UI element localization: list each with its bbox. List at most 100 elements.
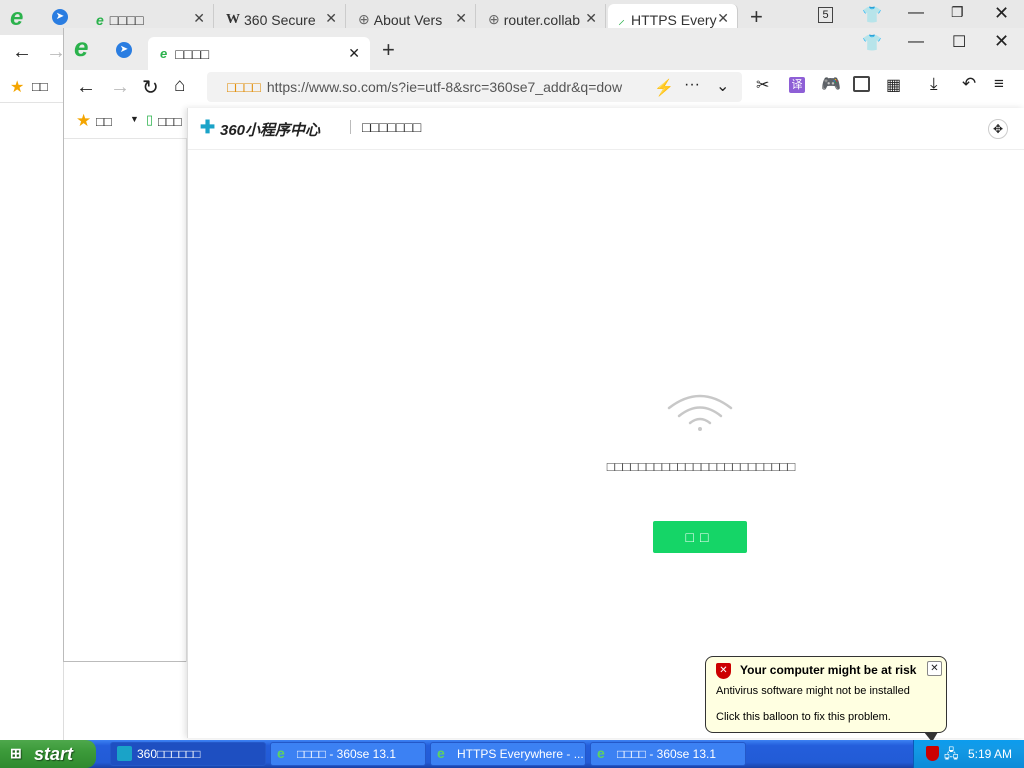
taskbar-item-label: □□□□ - 360se 13.1 <box>297 747 397 761</box>
balloon-title: Your computer might be at risk <box>740 663 917 677</box>
browser-logo-icon[interactable]: e <box>74 32 88 63</box>
reader-icon[interactable] <box>853 76 870 92</box>
back-bookmarks-bar: ★ □□ <box>0 71 64 103</box>
bookmarks-label[interactable]: □□ <box>96 114 112 129</box>
balloon-line-2: Click this balloon to fix this problem. <box>716 711 891 723</box>
taskbar-item-4[interactable]: e □□□□ - 360se 13.1 <box>590 742 746 766</box>
tab-close-button[interactable]: ✕ <box>193 10 205 27</box>
wifi-icon <box>667 394 733 431</box>
star-icon: ★ <box>10 79 25 96</box>
telegram-icon[interactable]: ➤ <box>52 9 68 25</box>
star-icon: ★ <box>76 111 92 130</box>
mini-program-panel: ✚ 360小程序中心 □□□□□□□ ✥ □□□□□□□□□□□□□□□□□□□… <box>187 108 1024 738</box>
globe-icon: ⊕ <box>488 11 500 27</box>
taskbar-item-3[interactable]: e HTTPS Everywhere - ... <box>430 742 586 766</box>
tab-close-button[interactable]: ✕ <box>585 10 597 27</box>
bookmark-item[interactable]: □□□ <box>158 114 182 129</box>
panel-header: ✚ 360小程序中心 □□□□□□□ ✥ <box>188 108 1024 150</box>
game-controller-icon[interactable]: 🎮 <box>821 74 841 94</box>
maximize-icon[interactable]: ☐ <box>952 32 966 52</box>
tab-close-button[interactable]: ✕ <box>717 10 729 27</box>
panel-title: □□□□□□□ <box>362 119 422 135</box>
shirt-skin-icon[interactable]: 👕 <box>862 33 882 53</box>
translate-icon[interactable]: 译 <box>789 77 805 93</box>
tab-count-badge[interactable]: 5 <box>818 7 833 23</box>
tab-close-button[interactable]: ✕ <box>325 10 337 27</box>
front-tab-bar: e ➤ e □□□□ ✕ + 👕 — ☐ ✕ <box>64 28 1024 70</box>
network-icon[interactable]: 🖧 <box>944 745 959 767</box>
minimize-icon[interactable]: — <box>908 4 924 22</box>
forward-arrow-icon[interactable]: → <box>110 76 130 99</box>
ie-icon: e <box>277 745 285 761</box>
restore-icon[interactable]: ❐ <box>951 4 964 21</box>
taskbar-item-2[interactable]: e □□□□ - 360se 13.1 <box>270 742 426 766</box>
front-active-tab[interactable]: e □□□□ ✕ <box>148 37 370 70</box>
security-shield-icon[interactable] <box>926 746 939 761</box>
ie-icon: e <box>437 745 445 761</box>
leaf-icon: ⸝ <box>618 11 625 27</box>
start-button[interactable]: ⊞ start <box>0 740 96 768</box>
bookmarks-label[interactable]: □□ <box>32 79 48 94</box>
balloon-close-button[interactable]: ✕ <box>927 661 942 676</box>
new-tab-button[interactable]: + <box>382 37 395 63</box>
tab-label: □□□□ <box>109 11 144 28</box>
tab-label: HTTPS Every <box>631 11 717 28</box>
back-nav-bar: ← → <box>0 35 66 71</box>
globe-icon: ⊕ <box>358 11 370 27</box>
back-content-pane <box>0 103 64 740</box>
close-window-icon[interactable]: ✕ <box>994 3 1009 24</box>
ie-icon: e <box>597 745 605 761</box>
start-label: start <box>34 743 74 764</box>
more-menu-button[interactable]: ··· <box>684 76 700 94</box>
back-arrow-icon[interactable]: ← <box>76 76 96 99</box>
ie-icon: e <box>160 46 168 61</box>
shirt-skin-icon[interactable]: 👕 <box>862 5 882 25</box>
address-security-label: □□□□ <box>227 79 261 95</box>
menu-icon[interactable]: ≡ <box>994 74 1004 94</box>
plus-logo-icon: ✚ <box>200 117 216 137</box>
phone-icon: ▯ <box>146 112 154 127</box>
reload-icon[interactable]: ↻ <box>142 75 159 100</box>
tab-label: router.collab <box>503 11 581 28</box>
back-arrow-icon[interactable]: ← <box>12 41 32 64</box>
balloon-line-1: Antivirus software might not be installe… <box>716 685 910 697</box>
chevron-down-icon[interactable]: ⌄ <box>716 76 729 96</box>
home-icon[interactable]: ⌂ <box>174 75 185 97</box>
tab-close-button[interactable]: ✕ <box>455 10 467 27</box>
compass-icon[interactable]: ✥ <box>988 119 1008 139</box>
taskbar-item-1[interactable]: 360□□□□□□ <box>110 742 266 766</box>
security-balloon[interactable]: ✕ Your computer might be at risk ✕ Antiv… <box>705 656 947 733</box>
tab-label: About Vers <box>373 11 443 28</box>
front-content-pane <box>64 138 187 662</box>
header-divider <box>350 120 351 134</box>
tab-close-button[interactable]: ✕ <box>348 45 360 62</box>
wikipedia-icon: W <box>226 11 240 27</box>
tab-label: 360 Secure <box>244 11 316 28</box>
ie-icon: e <box>96 11 104 28</box>
scissors-icon[interactable]: ✂ <box>756 75 769 95</box>
address-url: https://www.so.com/s?ie=utf-8&src=360se7… <box>266 79 623 95</box>
caret-down-icon[interactable]: ▼ <box>130 114 139 124</box>
telegram-icon[interactable]: ➤ <box>116 42 132 58</box>
download-icon[interactable]: ⤓ <box>930 74 938 94</box>
app-icon <box>117 746 132 761</box>
taskbar-item-label: □□□□ - 360se 13.1 <box>617 747 717 761</box>
undo-icon[interactable]: ↶ <box>962 74 976 94</box>
browser-logo-icon[interactable]: e <box>10 4 23 32</box>
minimize-icon[interactable]: — <box>908 33 924 51</box>
shield-warning-icon: ✕ <box>716 663 731 679</box>
taskbar: ⊞ start 360□□□□□□ e □□□□ - 360se 13.1 e … <box>0 740 1024 768</box>
taskbar-item-label: 360□□□□□□ <box>137 747 201 761</box>
system-tray: 🖧 5:19 AM <box>913 740 1024 768</box>
lightning-icon[interactable]: ⚡ <box>654 78 674 98</box>
tab-label: □□□□ <box>175 45 210 62</box>
clock[interactable]: 5:19 AM <box>968 747 1012 761</box>
panel-brand: 360小程序中心 <box>220 122 321 139</box>
taskbar-item-label: HTTPS Everywhere - ... <box>457 747 584 761</box>
apps-grid-icon[interactable]: ▦ <box>886 75 901 95</box>
close-window-icon[interactable]: ✕ <box>994 31 1009 52</box>
new-tab-button[interactable]: + <box>750 4 763 30</box>
retry-button[interactable]: □□ <box>653 521 747 553</box>
windows-logo-icon: ⊞ <box>10 745 22 761</box>
network-error-message: □□□□□□□□□□□□□□□□□□□□□□□□ <box>606 459 796 474</box>
